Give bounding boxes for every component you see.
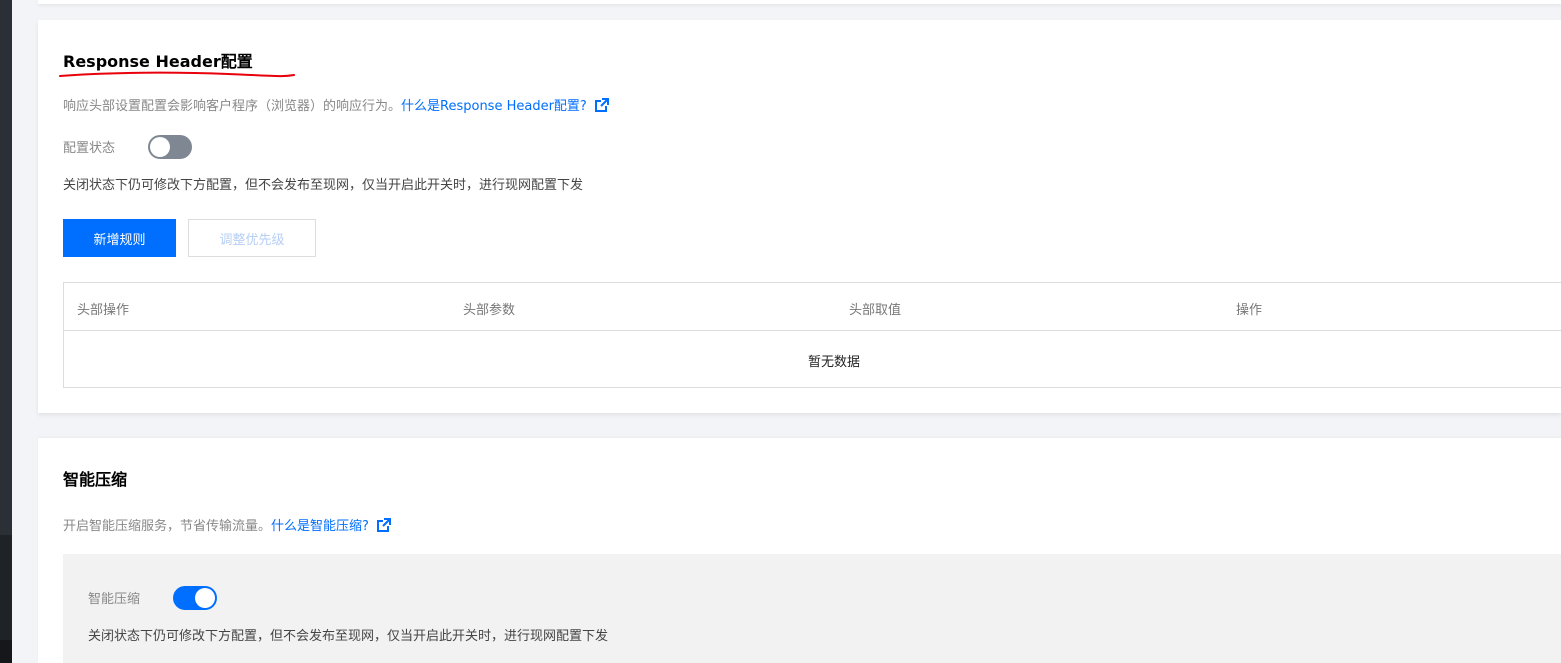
- compression-toggle-label: 智能压缩: [88, 592, 141, 607]
- external-link-icon[interactable]: [376, 518, 391, 532]
- status-note: 关闭状态下仍可修改下方配置，但不会发布至现网，仅当开启此开关时，进行现网配置下发: [63, 178, 584, 193]
- compression-note: 关闭状态下仍可修改下方配置，但不会发布至现网，仅当开启此开关时，进行现网配置下发: [88, 629, 609, 644]
- section-title: 智能压缩: [63, 470, 128, 489]
- compression-settings-panel: 智能压缩 关闭状态下仍可修改下方配置，但不会发布至现网，仅当开启此开关时，进行现…: [63, 554, 1561, 663]
- status-toggle[interactable]: [148, 135, 192, 159]
- help-link[interactable]: 什么是Response Header配置?: [401, 99, 587, 114]
- column-header: 头部操作: [77, 303, 130, 318]
- smart-compression-card: 智能压缩 开启智能压缩服务，节省传输流量。什么是智能压缩? 智能压缩 关闭状态下…: [38, 438, 1561, 663]
- column-header: 头部参数: [463, 303, 516, 318]
- left-edge-panel-bottom: [0, 640, 12, 663]
- column-header: 头部取值: [849, 303, 902, 318]
- help-link[interactable]: 什么是智能压缩?: [271, 519, 369, 534]
- rules-table: 头部操作 头部参数 头部取值 操作 暂无数据: [63, 282, 1561, 388]
- section-description: 响应头部设置配置会影响客户程序（浏览器）的响应行为。什么是Response He…: [63, 95, 609, 114]
- column-header: 操作: [1236, 303, 1263, 318]
- toggle-knob: [150, 137, 170, 157]
- status-label: 配置状态: [63, 141, 116, 156]
- external-link-icon[interactable]: [594, 98, 609, 112]
- toggle-knob: [195, 588, 215, 608]
- description-text: 响应头部设置配置会影响客户程序（浏览器）的响应行为。: [63, 99, 402, 114]
- adjust-priority-button[interactable]: 调整优先级: [188, 219, 316, 257]
- section-description: 开启智能压缩服务，节省传输流量。什么是智能压缩?: [63, 515, 391, 534]
- annotation-underline: [59, 71, 295, 78]
- response-header-card: Response Header配置 响应头部设置配置会影响客户程序（浏览器）的响…: [38, 20, 1561, 413]
- compression-toggle[interactable]: [173, 586, 217, 610]
- description-text: 开启智能压缩服务，节省传输流量。: [63, 519, 272, 534]
- previous-card-edge: [38, 0, 1561, 4]
- add-rule-button[interactable]: 新增规则: [63, 219, 176, 257]
- empty-state-text: 暂无数据: [808, 355, 861, 370]
- table-header: 头部操作 头部参数 头部取值 操作: [64, 283, 1561, 331]
